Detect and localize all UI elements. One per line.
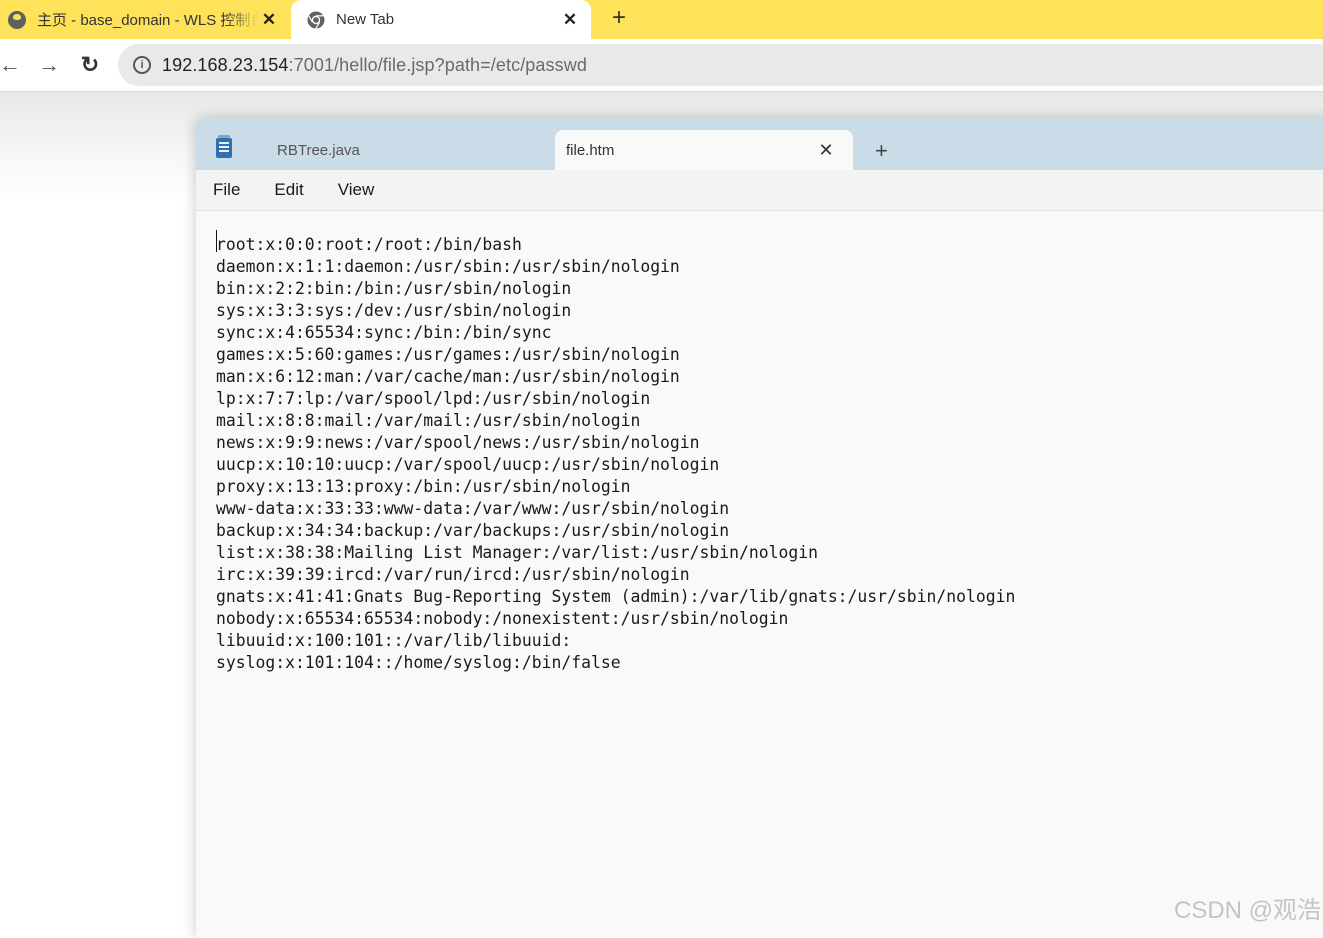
add-tab-button[interactable]: + [875, 138, 888, 164]
forward-arrow-icon[interactable]: → [35, 51, 63, 79]
browser-tab-wls-console[interactable]: 主页 - base_domain - WLS 控制台 ✕ [0, 0, 290, 39]
text-line: proxy:x:13:13:proxy:/bin:/usr/sbin/nolog… [216, 477, 631, 496]
text-line: uucp:x:10:10:uucp:/var/spool/uucp:/usr/s… [216, 455, 720, 474]
close-tab-icon[interactable]: ✕ [559, 10, 581, 30]
notepad-tab-file-htm[interactable]: file.htm ✕ [555, 130, 853, 170]
notepad-icon [216, 135, 232, 158]
text-line: backup:x:34:34:backup:/var/backups:/usr/… [216, 521, 730, 540]
address-host: 192.168.23.154 [162, 54, 289, 75]
text-line: libuuid:x:100:101::/var/lib/libuuid: [216, 631, 572, 650]
text-line: www-data:x:33:33:www-data:/var/www:/usr/… [216, 499, 730, 518]
browser-tab-title: New Tab [336, 11, 395, 28]
text-line: root:x:0:0:root:/root:/bin/bash [216, 235, 522, 254]
browser-toolbar: ← → ↻ i 192.168.23.154:7001/hello/file.j… [0, 39, 1323, 92]
browser-tab-new-tab[interactable]: New Tab ✕ [291, 0, 591, 39]
menu-file[interactable]: File [196, 180, 257, 200]
new-tab-button[interactable]: + [606, 6, 632, 32]
text-editor-content[interactable]: root:x:0:0:root:/root:/bin/bash daemon:x:… [216, 234, 1323, 674]
notepad-tab-label: RBTree.java [277, 141, 360, 159]
text-line: games:x:5:60:games:/usr/games:/usr/sbin/… [216, 345, 680, 364]
address-url[interactable]: 192.168.23.154:7001/hello/file.jsp?path=… [162, 55, 587, 76]
watermark: CSDN @观浩 [1174, 897, 1322, 924]
reload-icon[interactable]: ↻ [76, 51, 104, 79]
notepad-menu-bar: File Edit View [196, 170, 1323, 211]
text-line: lp:x:7:7:lp:/var/spool/lpd:/usr/sbin/nol… [216, 389, 651, 408]
close-icon[interactable]: ✕ [811, 140, 841, 161]
menu-view[interactable]: View [321, 180, 392, 200]
text-line: daemon:x:1:1:daemon:/usr/sbin:/usr/sbin/… [216, 257, 680, 276]
close-tab-icon[interactable]: ✕ [258, 10, 280, 30]
browser-tab-title: 主页 - base_domain - WLS 控制台 [37, 12, 258, 29]
address-path: :7001/hello/file.jsp?path=/etc/passwd [288, 54, 587, 75]
text-line: man:x:6:12:man:/var/cache/man:/usr/sbin/… [216, 367, 680, 386]
browser-tab-strip: 主页 - base_domain - WLS 控制台 ✕ New Tab ✕ + [0, 0, 1323, 39]
notepad-tab-label: file.htm [566, 141, 615, 159]
text-line: sys:x:3:3:sys:/dev:/usr/sbin/nologin [216, 301, 572, 320]
text-line: gnats:x:41:41:Gnats Bug-Reporting System… [216, 587, 1016, 606]
notepad-window: RBTree.java file.htm ✕ + File Edit View … [196, 118, 1323, 938]
text-line: bin:x:2:2:bin:/bin:/usr/sbin/nologin [216, 279, 572, 298]
text-line: sync:x:4:65534:sync:/bin:/bin/sync [216, 323, 552, 342]
text-line: irc:x:39:39:ircd:/var/run/ircd:/usr/sbin… [216, 565, 690, 584]
chrome-icon [307, 11, 325, 29]
text-line: mail:x:8:8:mail:/var/mail:/usr/sbin/nolo… [216, 411, 641, 430]
notepad-tab-rbtree[interactable]: RBTree.java [266, 130, 546, 170]
text-line: list:x:38:38:Mailing List Manager:/var/l… [216, 543, 818, 562]
menu-edit[interactable]: Edit [257, 180, 320, 200]
text-line: news:x:9:9:news:/var/spool/news:/usr/sbi… [216, 433, 700, 452]
notepad-tab-bar: RBTree.java file.htm ✕ + [196, 118, 1323, 170]
address-bar[interactable]: i 192.168.23.154:7001/hello/file.jsp?pat… [118, 44, 1323, 86]
globe-icon [8, 10, 26, 29]
text-line: syslog:x:101:104::/home/syslog:/bin/fals… [216, 653, 621, 672]
info-icon[interactable]: i [133, 56, 151, 74]
text-line: nobody:x:65534:65534:nobody:/nonexistent… [216, 609, 789, 628]
back-arrow-icon[interactable]: ← [0, 51, 24, 79]
